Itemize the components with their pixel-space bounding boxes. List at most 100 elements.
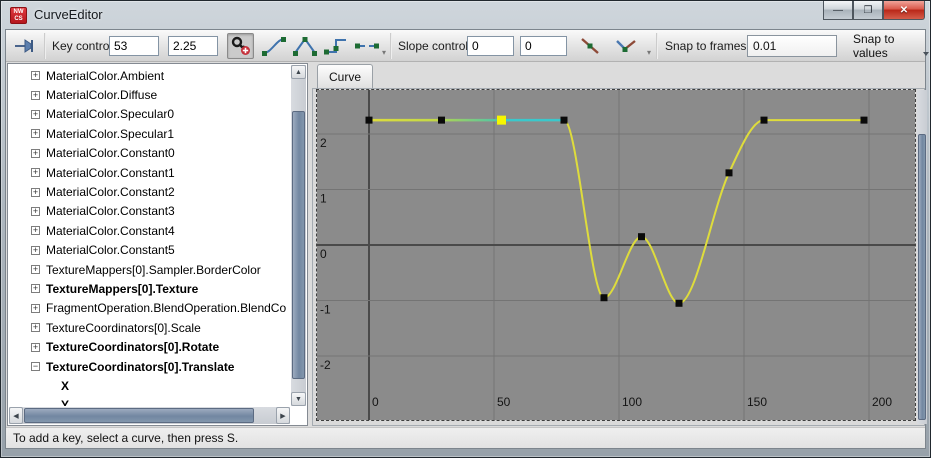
- tree-item[interactable]: +MaterialColor.Specular1: [9, 124, 290, 143]
- slope-break-button[interactable]: [609, 33, 643, 59]
- key-point[interactable]: [366, 117, 373, 124]
- curve-pane: Curve 210-1-2050100150200: [312, 63, 925, 426]
- graph-vertical-scrollbar[interactable]: [917, 90, 927, 424]
- expand-icon[interactable]: +: [31, 304, 40, 313]
- curve-graph[interactable]: 210-1-2050100150200: [317, 90, 915, 420]
- interp-flat-button[interactable]: [352, 33, 382, 59]
- expand-icon[interactable]: +: [31, 226, 40, 235]
- tree-vertical-scrollbar[interactable]: ▲ ▼: [291, 65, 306, 406]
- tree-item[interactable]: +TextureMappers[0].Texture: [9, 279, 290, 298]
- close-button[interactable]: ✕: [883, 1, 925, 20]
- y-tick-label: 2: [320, 136, 327, 150]
- tree-item[interactable]: + TextureCoordinators[0].Rotate: [9, 337, 290, 356]
- tab-curve[interactable]: Curve: [317, 64, 373, 89]
- expand-icon[interactable]: +: [31, 110, 40, 119]
- step-curve-icon: [323, 35, 349, 57]
- key-point[interactable]: [726, 169, 733, 176]
- curve-plot: 210-1-2050100150200: [317, 90, 915, 420]
- expand-icon[interactable]: +: [31, 246, 40, 255]
- tree-item-label: MaterialColor.Constant3: [46, 204, 175, 218]
- tree-horizontal-scrollbar[interactable]: ◀ ▶: [9, 407, 290, 424]
- tree-item[interactable]: X: [9, 376, 290, 395]
- snap-to-frames-label: Snap to frames: [665, 39, 746, 53]
- interp-step-button[interactable]: [321, 33, 351, 59]
- tree-item-label: TextureCoordinators[0].Rotate: [46, 340, 219, 354]
- slope-group-overflow-chevron[interactable]: ▾: [647, 48, 651, 57]
- expand-icon[interactable]: +: [31, 188, 40, 197]
- graph-vscroll-thumb[interactable]: [918, 134, 926, 420]
- tree-item[interactable]: +MaterialColor.Constant4: [9, 221, 290, 240]
- tree-item[interactable]: −TextureCoordinators[0].Translate: [9, 357, 290, 376]
- key-point[interactable]: [638, 233, 645, 240]
- key-point[interactable]: [861, 117, 868, 124]
- selected-key-point[interactable]: [497, 116, 506, 125]
- tree-item[interactable]: +MaterialColor.Ambient: [9, 66, 290, 85]
- tree-item[interactable]: +FragmentOperation.BlendOperation.BlendC…: [9, 299, 290, 318]
- toolbar-separator: [390, 33, 392, 59]
- y-tick-label: 1: [320, 192, 327, 206]
- key-point[interactable]: [761, 117, 768, 124]
- tree-item-label: X: [61, 379, 69, 393]
- window-title: CurveEditor: [34, 7, 103, 22]
- expand-icon[interactable]: +: [31, 168, 40, 177]
- curve-editor-window: NW CS CurveEditor — ❐ ✕ Key control: [0, 0, 931, 458]
- snap-to-frames-value: 0.01: [753, 39, 776, 53]
- key-group-overflow-chevron[interactable]: ▾: [382, 48, 386, 57]
- tree-item[interactable]: Y: [9, 396, 290, 406]
- toolbar-separator: [44, 33, 46, 59]
- scroll-down-button[interactable]: ▼: [291, 392, 306, 406]
- slope-in-input[interactable]: [467, 36, 514, 56]
- scroll-left-button[interactable]: ◀: [9, 407, 23, 424]
- tree-item[interactable]: + MaterialColor.Constant3: [9, 202, 290, 221]
- snap-to-values-label: Snap to values: [853, 32, 923, 60]
- pin-keyframe-button[interactable]: [12, 33, 40, 59]
- expand-icon[interactable]: +: [31, 343, 40, 352]
- tree-item[interactable]: +MaterialColor.Diffuse: [9, 85, 290, 104]
- toolbar: Key control: [6, 30, 925, 62]
- interp-smooth-button[interactable]: [259, 33, 289, 59]
- slope-linear-button[interactable]: [574, 33, 606, 59]
- collapse-icon[interactable]: −: [31, 362, 40, 371]
- expand-icon[interactable]: +: [31, 207, 40, 216]
- key-point[interactable]: [561, 117, 568, 124]
- title-bar[interactable]: NW CS CurveEditor — ❐ ✕: [1, 1, 930, 29]
- slope-control-label: Slope control: [398, 39, 468, 53]
- key-point[interactable]: [438, 117, 445, 124]
- expand-icon[interactable]: +: [31, 284, 40, 293]
- expand-icon[interactable]: +: [31, 71, 40, 80]
- key-value-input[interactable]: [168, 36, 218, 56]
- minimize-button[interactable]: —: [823, 1, 853, 20]
- y-tick-label: 0: [320, 247, 327, 261]
- tree-item[interactable]: +MaterialColor.Constant5: [9, 241, 290, 260]
- maximize-button[interactable]: ❐: [853, 1, 883, 20]
- scroll-up-button[interactable]: ▲: [291, 65, 306, 79]
- key-frame-input[interactable]: [109, 36, 159, 56]
- snap-to-values-button[interactable]: Snap to values: [845, 34, 931, 58]
- tree-item[interactable]: + MaterialColor.Constant1: [9, 163, 290, 182]
- key-point[interactable]: [601, 294, 608, 301]
- tree-item[interactable]: +MaterialColor.Constant0: [9, 144, 290, 163]
- tree-vscroll-thumb[interactable]: [292, 111, 305, 379]
- expand-icon[interactable]: +: [31, 323, 40, 332]
- tree-item[interactable]: + MaterialColor.Specular0: [9, 105, 290, 124]
- snap-to-frames-combobox[interactable]: 0.01: [747, 35, 837, 57]
- interp-linear-button[interactable]: [290, 33, 320, 59]
- slope-out-input[interactable]: [520, 36, 567, 56]
- expand-icon[interactable]: +: [31, 149, 40, 158]
- tree-item[interactable]: + TextureCoordinators[0].Scale: [9, 318, 290, 337]
- scroll-right-button[interactable]: ▶: [276, 407, 290, 424]
- expand-icon[interactable]: +: [31, 129, 40, 138]
- tree-item[interactable]: +MaterialColor.Constant2: [9, 182, 290, 201]
- tree-hscroll-thumb[interactable]: [24, 408, 254, 423]
- tree-item-label: MaterialColor.Constant1: [46, 166, 175, 180]
- expand-icon[interactable]: +: [31, 91, 40, 100]
- pin-icon: [14, 36, 38, 56]
- tree-item[interactable]: +TextureMappers[0].Sampler.BorderColor: [9, 260, 290, 279]
- expand-icon[interactable]: +: [31, 265, 40, 274]
- add-key-button[interactable]: [227, 33, 254, 59]
- tree-item-label: TextureCoordinators[0].Scale: [46, 321, 201, 335]
- tree-item-label: MaterialColor.Specular0: [46, 107, 174, 121]
- x-tick-label: 50: [497, 395, 511, 409]
- animation-curve[interactable]: [369, 120, 864, 303]
- key-point[interactable]: [676, 300, 683, 307]
